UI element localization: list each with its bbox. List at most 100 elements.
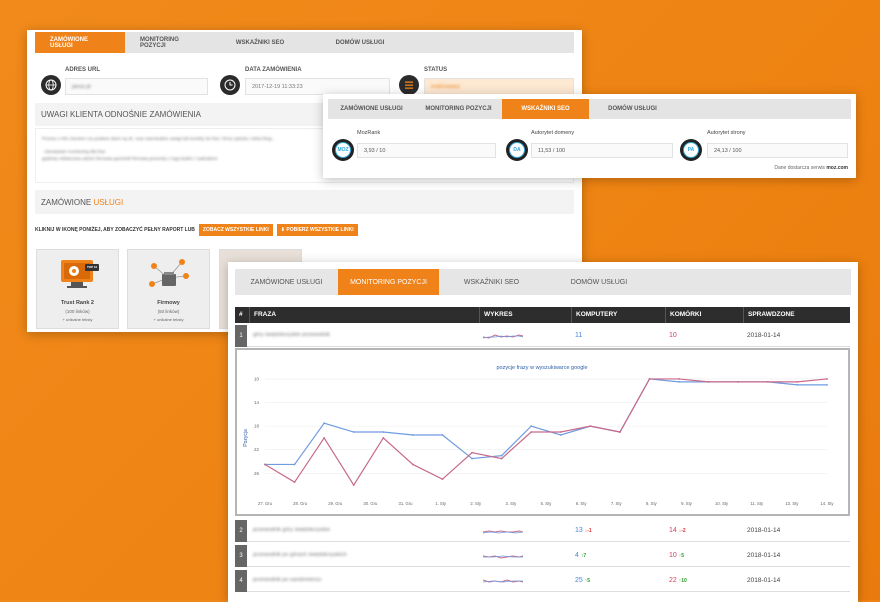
chart-point[interactable] [530, 425, 533, 428]
chart-point[interactable] [441, 478, 444, 481]
chart-point[interactable] [352, 431, 355, 433]
chart-point[interactable] [264, 463, 266, 466]
tab-order-services[interactable]: DOMÓW USŁUGI [305, 32, 415, 53]
chart-point[interactable] [559, 434, 562, 436]
sparkline[interactable] [483, 331, 523, 341]
table-row[interactable]: 4 przewodnik po sandomierzu 25 ↑5 22 ↑10… [235, 570, 850, 592]
chart-point[interactable] [293, 481, 296, 484]
chart-x-tick-label: 2. Sty [470, 501, 482, 506]
page-authority-label: Autorytet strony [707, 130, 746, 136]
status-field: realizowany [424, 78, 574, 95]
chart-x-tick-label: 6. Sty [576, 501, 588, 506]
chart-point[interactable] [737, 380, 740, 383]
chart-point[interactable] [589, 425, 592, 428]
data-source-link[interactable]: moz.com [826, 165, 848, 171]
tab-position-monitoring[interactable]: MONITORING POZYCJI [125, 32, 215, 53]
tab-ordered-services[interactable]: ZAMÓWIONE USŁUGI [328, 99, 415, 119]
chart-x-tick-label: 30. Gru [363, 501, 378, 506]
pa-icon-text: PA [683, 142, 699, 158]
chart-point[interactable] [382, 431, 385, 433]
date-field[interactable]: 2017-12-19 11:33:23 [245, 78, 390, 95]
services-header: ZAMÓWIONE USŁUGI [35, 190, 574, 214]
chart-x-tick-label: 3. Sty [506, 501, 518, 506]
chart-point[interactable] [471, 457, 473, 460]
chart-point[interactable] [323, 422, 326, 425]
sparkline[interactable] [483, 576, 523, 586]
chart-point[interactable] [411, 463, 414, 466]
status-value: realizowany [431, 84, 461, 90]
date-value: 2017-12-19 11:33:23 [252, 84, 303, 90]
mobile-delta: ↑10 [678, 578, 687, 584]
col-chart: WYKRES [479, 307, 571, 323]
desktop-position: 11 [575, 332, 583, 339]
chart-point[interactable] [826, 383, 828, 386]
chart-point[interactable] [382, 437, 385, 439]
chart-point[interactable] [530, 431, 533, 433]
table-row[interactable]: 1 góry świętokrzyskie przewodnik 11 10 2… [235, 325, 850, 347]
service-card-trust-rank[interactable]: TOP 10 Trust Rank 2 (100 linków) + unika… [36, 249, 119, 329]
chart-point[interactable] [678, 378, 681, 380]
chart-point[interactable] [471, 451, 473, 454]
url-field[interactable]: jansz.pl [65, 78, 208, 95]
chart-point[interactable] [500, 457, 503, 460]
col-phrase: FRAZA [249, 307, 479, 323]
chart-point[interactable] [707, 380, 710, 383]
checked-date: 2018-01-14 [747, 527, 781, 534]
download-all-links-button[interactable]: ⬇ POBIERZ WSZYSTKIE LINKI [276, 224, 358, 236]
url-value: jansz.pl [72, 84, 91, 90]
chart-point[interactable] [500, 454, 503, 457]
chart-y-tick-label: 14 [254, 400, 260, 405]
table-row[interactable]: 3 przewodnik po górach świętokrzyskich 4… [235, 545, 850, 567]
sparkline[interactable] [483, 526, 523, 536]
chart-point[interactable] [766, 380, 769, 383]
chart-x-tick-label: 11. Sty [750, 501, 764, 506]
tab-seo-metrics[interactable]: WSKAŹNIKI SEO [439, 269, 544, 295]
services-title: ZAMÓWIONE USŁUGI [41, 198, 123, 207]
tab-position-monitoring[interactable]: MONITORING POZYCJI [338, 269, 439, 295]
sparkline[interactable] [483, 551, 523, 561]
mobile-value: 14 [669, 527, 677, 534]
links-bar: KLIKNIJ W IKONĘ PONIŻEJ, ABY ZOBACZYĆ PE… [35, 224, 358, 236]
mobile-value: 22 [669, 577, 677, 584]
monitoring-panel: ZAMÓWIONE USŁUGI MONITORING POZYCJI WSKA… [228, 262, 858, 602]
card-count: (100 linków) [65, 309, 90, 314]
chart-point[interactable] [352, 484, 355, 487]
chart-x-ticks: 27. Gru 28. Gru 29. Gru 30. Gru 31. Gru 1. St… [258, 501, 834, 506]
mobile-delta: ↓-2 [678, 528, 686, 534]
status-label: STATUS [424, 67, 448, 73]
chart-x-tick-label: 1. Sty [435, 501, 447, 506]
chart-point[interactable] [826, 378, 828, 380]
chart-y-tick-label: 22 [254, 447, 260, 452]
desktop-value: 25 [575, 577, 583, 584]
chart-point[interactable] [559, 431, 562, 433]
tab-order-services[interactable]: DOMÓW USŁUGI [589, 99, 676, 119]
chart-point[interactable] [678, 380, 681, 383]
show-all-links-button[interactable]: ZOBACZ WSZYSTKIE LINKI [198, 224, 273, 236]
row-number: 1 [235, 325, 247, 347]
tab-ordered-services[interactable]: ZAMÓWIONE USŁUGI [35, 32, 125, 53]
chart-series [264, 378, 828, 487]
da-icon-text: DA [509, 142, 525, 158]
chart-point[interactable] [411, 434, 414, 436]
desktop-delta: ↑7 [580, 553, 587, 559]
tab-seo-metrics[interactable]: WSKAŹNIKI SEO [215, 32, 305, 53]
chart-point[interactable] [619, 431, 621, 433]
card-title: Trust Rank 2 [60, 300, 94, 306]
chart-point[interactable] [293, 463, 296, 466]
table-row[interactable]: 2 przewodnik góry świętokrzyskie 13 ↓-1 … [235, 520, 850, 542]
tab-seo-metrics[interactable]: WSKAŹNIKI SEO [502, 99, 589, 119]
tab-position-monitoring[interactable]: MONITORING POZYCJI [415, 99, 502, 119]
chart-point[interactable] [323, 437, 326, 439]
chart-point[interactable] [796, 383, 799, 386]
network-icon [149, 259, 189, 287]
row-phrase: przewodnik po sandomierzu [253, 577, 322, 583]
tab-order-services[interactable]: DOMÓW USŁUGI [544, 269, 654, 295]
chart-point[interactable] [648, 378, 651, 380]
chart-point[interactable] [796, 380, 799, 383]
mobile-position: 14 ↓-2 [669, 527, 686, 534]
chart-y-tick-label: 18 [254, 424, 260, 429]
chart-point[interactable] [441, 434, 444, 436]
tab-ordered-services[interactable]: ZAMÓWIONE USŁUGI [235, 269, 338, 295]
mobile-position: 10 [669, 332, 677, 339]
service-card-firmowy[interactable]: Firmowy (50 linków) + unikalne teksty [127, 249, 210, 329]
